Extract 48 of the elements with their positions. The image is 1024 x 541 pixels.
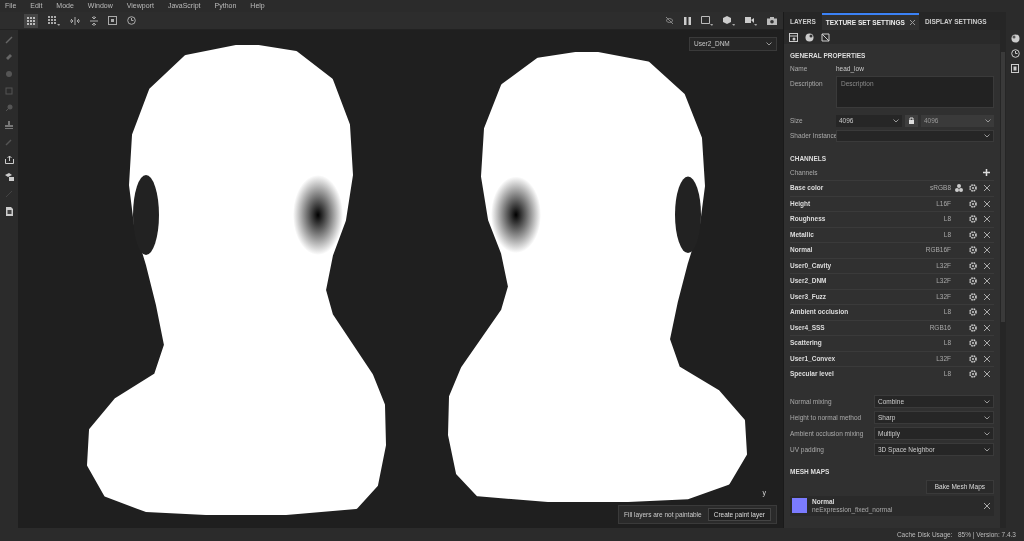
camera-icon[interactable] (767, 16, 777, 25)
close-icon[interactable] (984, 216, 990, 223)
texture-set-icon[interactable] (789, 32, 798, 42)
close-icon[interactable] (984, 355, 990, 362)
close-icon[interactable] (984, 247, 990, 254)
close-icon[interactable] (984, 185, 990, 192)
close-icon[interactable] (984, 324, 990, 331)
hide-icon[interactable] (665, 16, 674, 25)
cube-icon[interactable] (723, 15, 735, 26)
add-icon[interactable] (983, 169, 990, 176)
lock-icon[interactable] (905, 114, 918, 127)
chevron-icon (893, 118, 899, 123)
chevron-icon (984, 431, 990, 436)
history-icon[interactable] (1010, 49, 1020, 58)
close-icon[interactable] (984, 293, 990, 300)
chevron-icon (984, 447, 990, 452)
grid-icon[interactable] (24, 13, 38, 28)
stamp-icon[interactable] (5, 121, 13, 129)
export-icon[interactable] (4, 155, 14, 164)
document-icon[interactable] (1011, 64, 1019, 73)
mirror-icon[interactable] (70, 16, 80, 25)
color-profile-icon[interactable] (955, 184, 963, 193)
close-icon[interactable] (984, 262, 990, 269)
chevron-icon (984, 133, 990, 138)
close-icon[interactable] (984, 502, 990, 509)
grid-icon[interactable] (48, 15, 60, 26)
frame-icon[interactable] (701, 15, 713, 26)
frame-icon[interactable] (108, 16, 117, 25)
close-icon[interactable] (984, 371, 990, 378)
sphere-icon[interactable] (805, 32, 814, 42)
close-icon[interactable] (984, 200, 990, 207)
camera-icon[interactable] (745, 15, 757, 26)
close-icon[interactable] (984, 231, 990, 238)
chevron-icon (984, 399, 990, 404)
chevron-icon (766, 42, 772, 46)
globe-icon[interactable] (1010, 34, 1020, 43)
close-icon[interactable] (984, 309, 990, 316)
bake-icon[interactable] (4, 173, 14, 181)
close-icon[interactable] (984, 340, 990, 347)
close-icon[interactable] (984, 278, 990, 285)
pause-icon[interactable] (684, 16, 691, 25)
mirror-icon[interactable] (90, 15, 98, 26)
eraser-icon[interactable] (5, 53, 13, 61)
history-icon[interactable] (127, 16, 136, 25)
chevron-icon (985, 118, 991, 123)
document-icon[interactable] (5, 207, 13, 216)
chevron-icon (984, 415, 990, 420)
close-icon[interactable] (909, 20, 915, 25)
